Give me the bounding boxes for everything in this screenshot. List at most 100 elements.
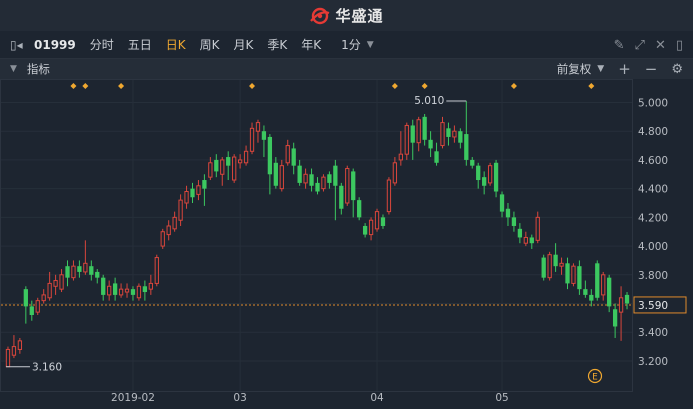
candle-body	[476, 165, 481, 181]
tab-weekly-k[interactable]: 周K	[200, 36, 220, 53]
y-tick-label: 4.000	[638, 241, 668, 253]
indicator-label[interactable]: 指标	[27, 61, 50, 77]
event-marker-icon	[70, 83, 77, 89]
candle-body	[571, 265, 576, 284]
candle-body	[89, 266, 94, 275]
brand-logo-icon	[310, 7, 330, 24]
minus-icon[interactable]: −	[645, 60, 658, 78]
candle-body	[226, 157, 231, 166]
candle-body	[464, 134, 469, 160]
candle-body	[124, 288, 130, 293]
candle-body	[47, 282, 52, 299]
candle-body	[351, 171, 356, 201]
candle-body	[237, 159, 243, 164]
tab-monthly-k[interactable]: 月K	[234, 36, 254, 53]
event-marker-icon	[249, 83, 256, 89]
y-tick-label: 3.400	[638, 327, 668, 339]
candle-body	[107, 285, 112, 296]
candle-body	[357, 200, 362, 218]
candle-body	[362, 225, 368, 235]
candle-body	[547, 254, 552, 279]
brand-name: 华盛通	[335, 7, 384, 25]
candle-body	[136, 285, 142, 299]
candle-body	[327, 174, 332, 183]
y-tick-label: 4.800	[638, 126, 668, 138]
candle-body	[267, 136, 273, 175]
event-marker-icon	[510, 83, 517, 89]
candle-body	[285, 145, 290, 164]
candle-body	[273, 162, 278, 186]
candle-body	[374, 211, 380, 230]
candle-body	[618, 297, 624, 313]
candle-body	[499, 194, 505, 212]
y-tick-label: 4.400	[638, 184, 668, 196]
candle-body	[261, 131, 267, 140]
close-icon[interactable]: ✕	[655, 38, 666, 53]
tab-intraday[interactable]: 分时	[90, 36, 114, 53]
candle-body	[202, 180, 207, 189]
y-tick-label: 3.800	[638, 270, 668, 282]
tab-five-day[interactable]: 五日	[128, 36, 152, 53]
candle-body	[297, 165, 302, 183]
stock-code[interactable]: 01999	[34, 38, 76, 52]
candle-body	[607, 277, 612, 307]
brand: 华盛通	[309, 5, 383, 26]
title-bar: 华盛通	[0, 0, 693, 31]
candle-body	[130, 289, 136, 295]
candle-body	[83, 262, 88, 273]
candle-body	[321, 176, 326, 190]
price-adjust-select[interactable]: 前复权	[557, 61, 592, 77]
candle-body	[154, 257, 159, 284]
candle-body	[23, 289, 28, 307]
candle-body	[577, 266, 582, 290]
tab-yearly-k[interactable]: 年K	[301, 36, 321, 53]
interval-select[interactable]: 1分	[341, 36, 361, 53]
candle-body	[559, 262, 564, 267]
candle-body	[416, 119, 421, 144]
y-tick-label: 5.000	[638, 97, 668, 109]
tab-quarterly-k[interactable]: 季K	[267, 36, 287, 53]
panel-toggle-icon[interactable]: ▯	[676, 38, 683, 53]
candle-body	[470, 159, 475, 166]
candle-body	[624, 294, 630, 304]
candle-body	[101, 277, 106, 295]
candle-body	[214, 159, 219, 172]
toolbar-actions: ✎ ⤢ ✕ ▯	[614, 31, 683, 59]
y-tick-label: 3.200	[638, 356, 668, 368]
candle-body	[541, 257, 546, 278]
candle-body	[392, 162, 398, 184]
candle-body	[452, 130, 457, 138]
kline-chart[interactable]: 5.0004.8004.6004.4004.2004.0003.8003.600…	[0, 79, 693, 409]
candle-body	[511, 217, 517, 226]
chevron-down-icon[interactable]: ▼	[597, 64, 604, 74]
event-marker-icon	[588, 83, 595, 89]
chevron-down-icon[interactable]: ▼	[367, 40, 374, 50]
add-icon[interactable]: +	[618, 60, 631, 78]
candle-body	[446, 128, 451, 137]
candle-body	[601, 274, 606, 296]
pencil-icon[interactable]: ✎	[614, 38, 625, 53]
sidebar-toggle-icon[interactable]: ▯◂	[10, 38, 24, 52]
y-tick-label: 4.200	[638, 212, 668, 224]
gear-icon[interactable]: ⚙	[671, 62, 683, 77]
candle-body	[595, 263, 600, 298]
candle-body	[428, 139, 433, 149]
x-tick-label: 2019-02	[111, 392, 155, 404]
y-tick-label: 4.600	[638, 155, 668, 167]
candle-body	[386, 179, 392, 213]
candle-body	[11, 346, 17, 356]
candle-body	[404, 124, 409, 155]
collapse-icon[interactable]: ▼	[10, 64, 17, 74]
expand-icon[interactable]: ⤢	[635, 38, 645, 53]
tab-daily-k[interactable]: 日K	[166, 36, 186, 53]
candle-body	[160, 231, 165, 247]
candle-body	[345, 168, 350, 204]
candle-body	[249, 127, 255, 152]
event-marker-icon	[82, 83, 89, 89]
candle-body	[529, 237, 534, 244]
candle-body	[612, 309, 618, 327]
candle-body	[184, 191, 189, 204]
event-marker-icon	[421, 83, 428, 89]
candle-body	[493, 162, 499, 192]
indicator-actions: 前复权 ▼ + − ⚙	[557, 59, 683, 79]
